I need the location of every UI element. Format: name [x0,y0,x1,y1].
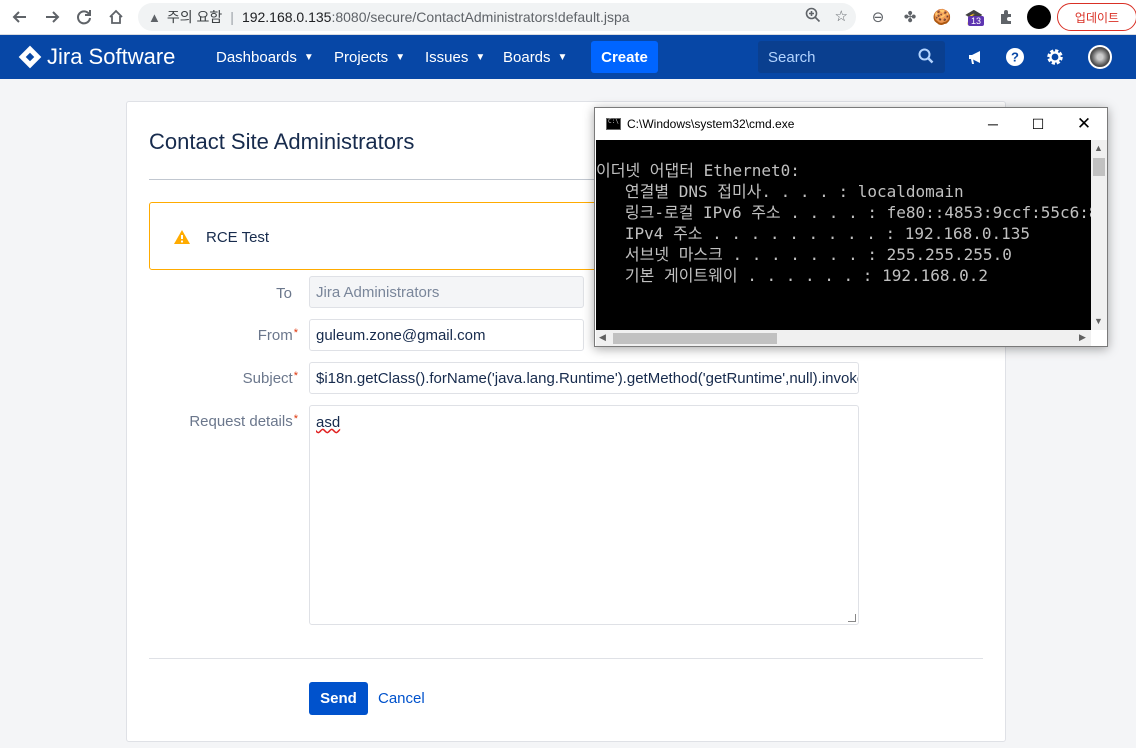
home-icon[interactable] [100,1,132,33]
subject-label-text: Subject [242,370,293,387]
nav-boards[interactable]: Boards ▼ [503,35,567,79]
vertical-scrollbar[interactable]: ▲ ▼ [1091,140,1107,330]
resize-handle-icon[interactable] [848,614,856,622]
close-button[interactable]: ✕ [1061,108,1107,140]
details-label-text: Request details [189,413,293,430]
subject-field[interactable]: $i18n.getClass().forName('java.lang.Runt… [309,362,859,394]
address-separator: | [230,9,234,25]
jira-navbar: Jira Software Dashboards ▼ Projects ▼ Issu… [0,35,1136,79]
send-button[interactable]: Send [309,682,368,715]
console-line: 링크-로컬 IPv6 주소 . . . . : fe80::4853:9ccf:… [596,203,1091,222]
required-marker: * [293,327,298,339]
vertical-scroll-thumb[interactable] [1093,158,1105,176]
url-path: :8080/secure/ContactAdministrators!defau… [331,9,630,25]
security-status: 주의 요함 [166,9,223,25]
scroll-left-icon[interactable]: ◀ [599,332,606,343]
required-marker: * [293,370,298,382]
nav-issues-label: Issues [425,48,469,66]
details-label: Request details* [160,413,298,430]
svg-text:?: ? [1011,50,1019,65]
nav-boards-label: Boards [503,48,551,66]
back-icon[interactable] [4,1,36,33]
url-host: 192.168.0.135 [241,9,332,25]
extensions-puzzle-icon[interactable] [994,4,1018,30]
to-label-text: To [276,285,292,302]
profile-avatar[interactable] [1027,5,1051,29]
jira-logo-text: Jira Software [47,44,176,69]
from-label-text: From [257,327,293,344]
console-line: 기본 게이트웨이 . . . . . . : 192.168.0.2 [596,266,989,285]
update-button[interactable]: 업데이트 [1057,3,1136,31]
reload-icon[interactable] [68,1,100,33]
chevron-down-icon: ▼ [557,51,568,63]
scroll-right-icon[interactable]: ▶ [1079,332,1086,343]
chevron-down-icon: ▼ [475,51,486,63]
minimize-button[interactable]: ─ [970,108,1016,140]
gear-icon[interactable] [1044,46,1066,68]
warning-triangle-icon: ▲ [148,9,161,25]
to-label: To [220,285,292,302]
warning-text: RCE Test [206,229,270,246]
nav-dashboards[interactable]: Dashboards ▼ [216,35,314,79]
chevron-down-icon: ▼ [303,51,314,63]
forward-icon[interactable] [36,1,68,33]
console-output[interactable]: 이더넷 어댑터 Ethernet0: 연결별 DNS 접미사. . . . : … [596,140,1091,330]
page-title: Contact Site Administrators [149,129,415,154]
console-line: IPv4 주소 . . . . . . . . . : 192.168.0.13… [596,224,1031,243]
bookmark-star-icon[interactable]: ☆ [835,7,848,27]
maximize-button[interactable]: ☐ [1015,108,1061,140]
request-details-textarea[interactable]: asd [309,405,859,625]
help-icon[interactable]: ? [1004,46,1026,68]
footer-divider [149,658,983,659]
required-marker: * [293,413,298,425]
nav-projects[interactable]: Projects ▼ [334,35,405,79]
create-button[interactable]: Create [591,41,658,73]
search-placeholder: Search [768,48,816,66]
megaphone-icon[interactable] [965,46,987,68]
warning-icon [174,230,190,244]
horizontal-scroll-thumb[interactable] [613,333,777,344]
extension-badge: 13 [968,16,985,26]
search-input[interactable]: Search [758,41,945,73]
scroll-down-icon[interactable]: ▼ [1094,316,1103,326]
cmd-app-icon [606,118,621,130]
browser-toolbar: ▲ 주의 요함 | 192.168.0.135 :8080/secure/Con… [0,0,1136,35]
block-extension-icon[interactable]: ⊖ [866,4,890,30]
cmd-window[interactable]: C:\Windows\system32\cmd.exe ─ ☐ ✕ 이더넷 어댑… [594,107,1108,347]
console-line: 이더넷 어댑터 Ethernet0: [596,161,800,180]
search-icon [918,48,934,64]
from-label: From* [200,327,298,344]
address-bar[interactable]: ▲ 주의 요함 | 192.168.0.135 :8080/secure/Con… [138,3,856,31]
from-field[interactable]: guleum.zone@gmail.com [309,319,584,351]
nav-issues[interactable]: Issues ▼ [425,35,485,79]
nav-dashboards-label: Dashboards [216,48,297,66]
console-line: 연결별 DNS 접미사. . . . : localdomain [596,182,964,201]
user-avatar[interactable] [1088,45,1112,69]
to-field: Jira Administrators [309,276,584,308]
chevron-down-icon: ▼ [395,51,406,63]
request-details-text: asd [316,414,341,431]
cmd-titlebar[interactable]: C:\Windows\system32\cmd.exe ─ ☐ ✕ [595,108,1107,140]
horizontal-scrollbar[interactable]: ◀ ▶ [596,330,1091,346]
zoom-icon[interactable] [805,7,821,27]
jira-logo[interactable]: Jira Software [18,44,176,70]
console-line: 서브넷 마스크 . . . . . . . : 255.255.255.0 [596,245,1012,264]
jira-diamond-icon [18,45,42,69]
subject-label: Subject* [200,370,298,387]
nav-projects-label: Projects [334,48,389,66]
cancel-link[interactable]: Cancel [378,690,425,707]
scroll-up-icon[interactable]: ▲ [1094,143,1103,153]
cmd-title-text: C:\Windows\system32\cmd.exe [627,117,795,131]
cookie-extension-icon[interactable]: 🍪 [930,4,954,30]
puzzle-green-extension-icon[interactable]: ✤ [898,4,922,30]
